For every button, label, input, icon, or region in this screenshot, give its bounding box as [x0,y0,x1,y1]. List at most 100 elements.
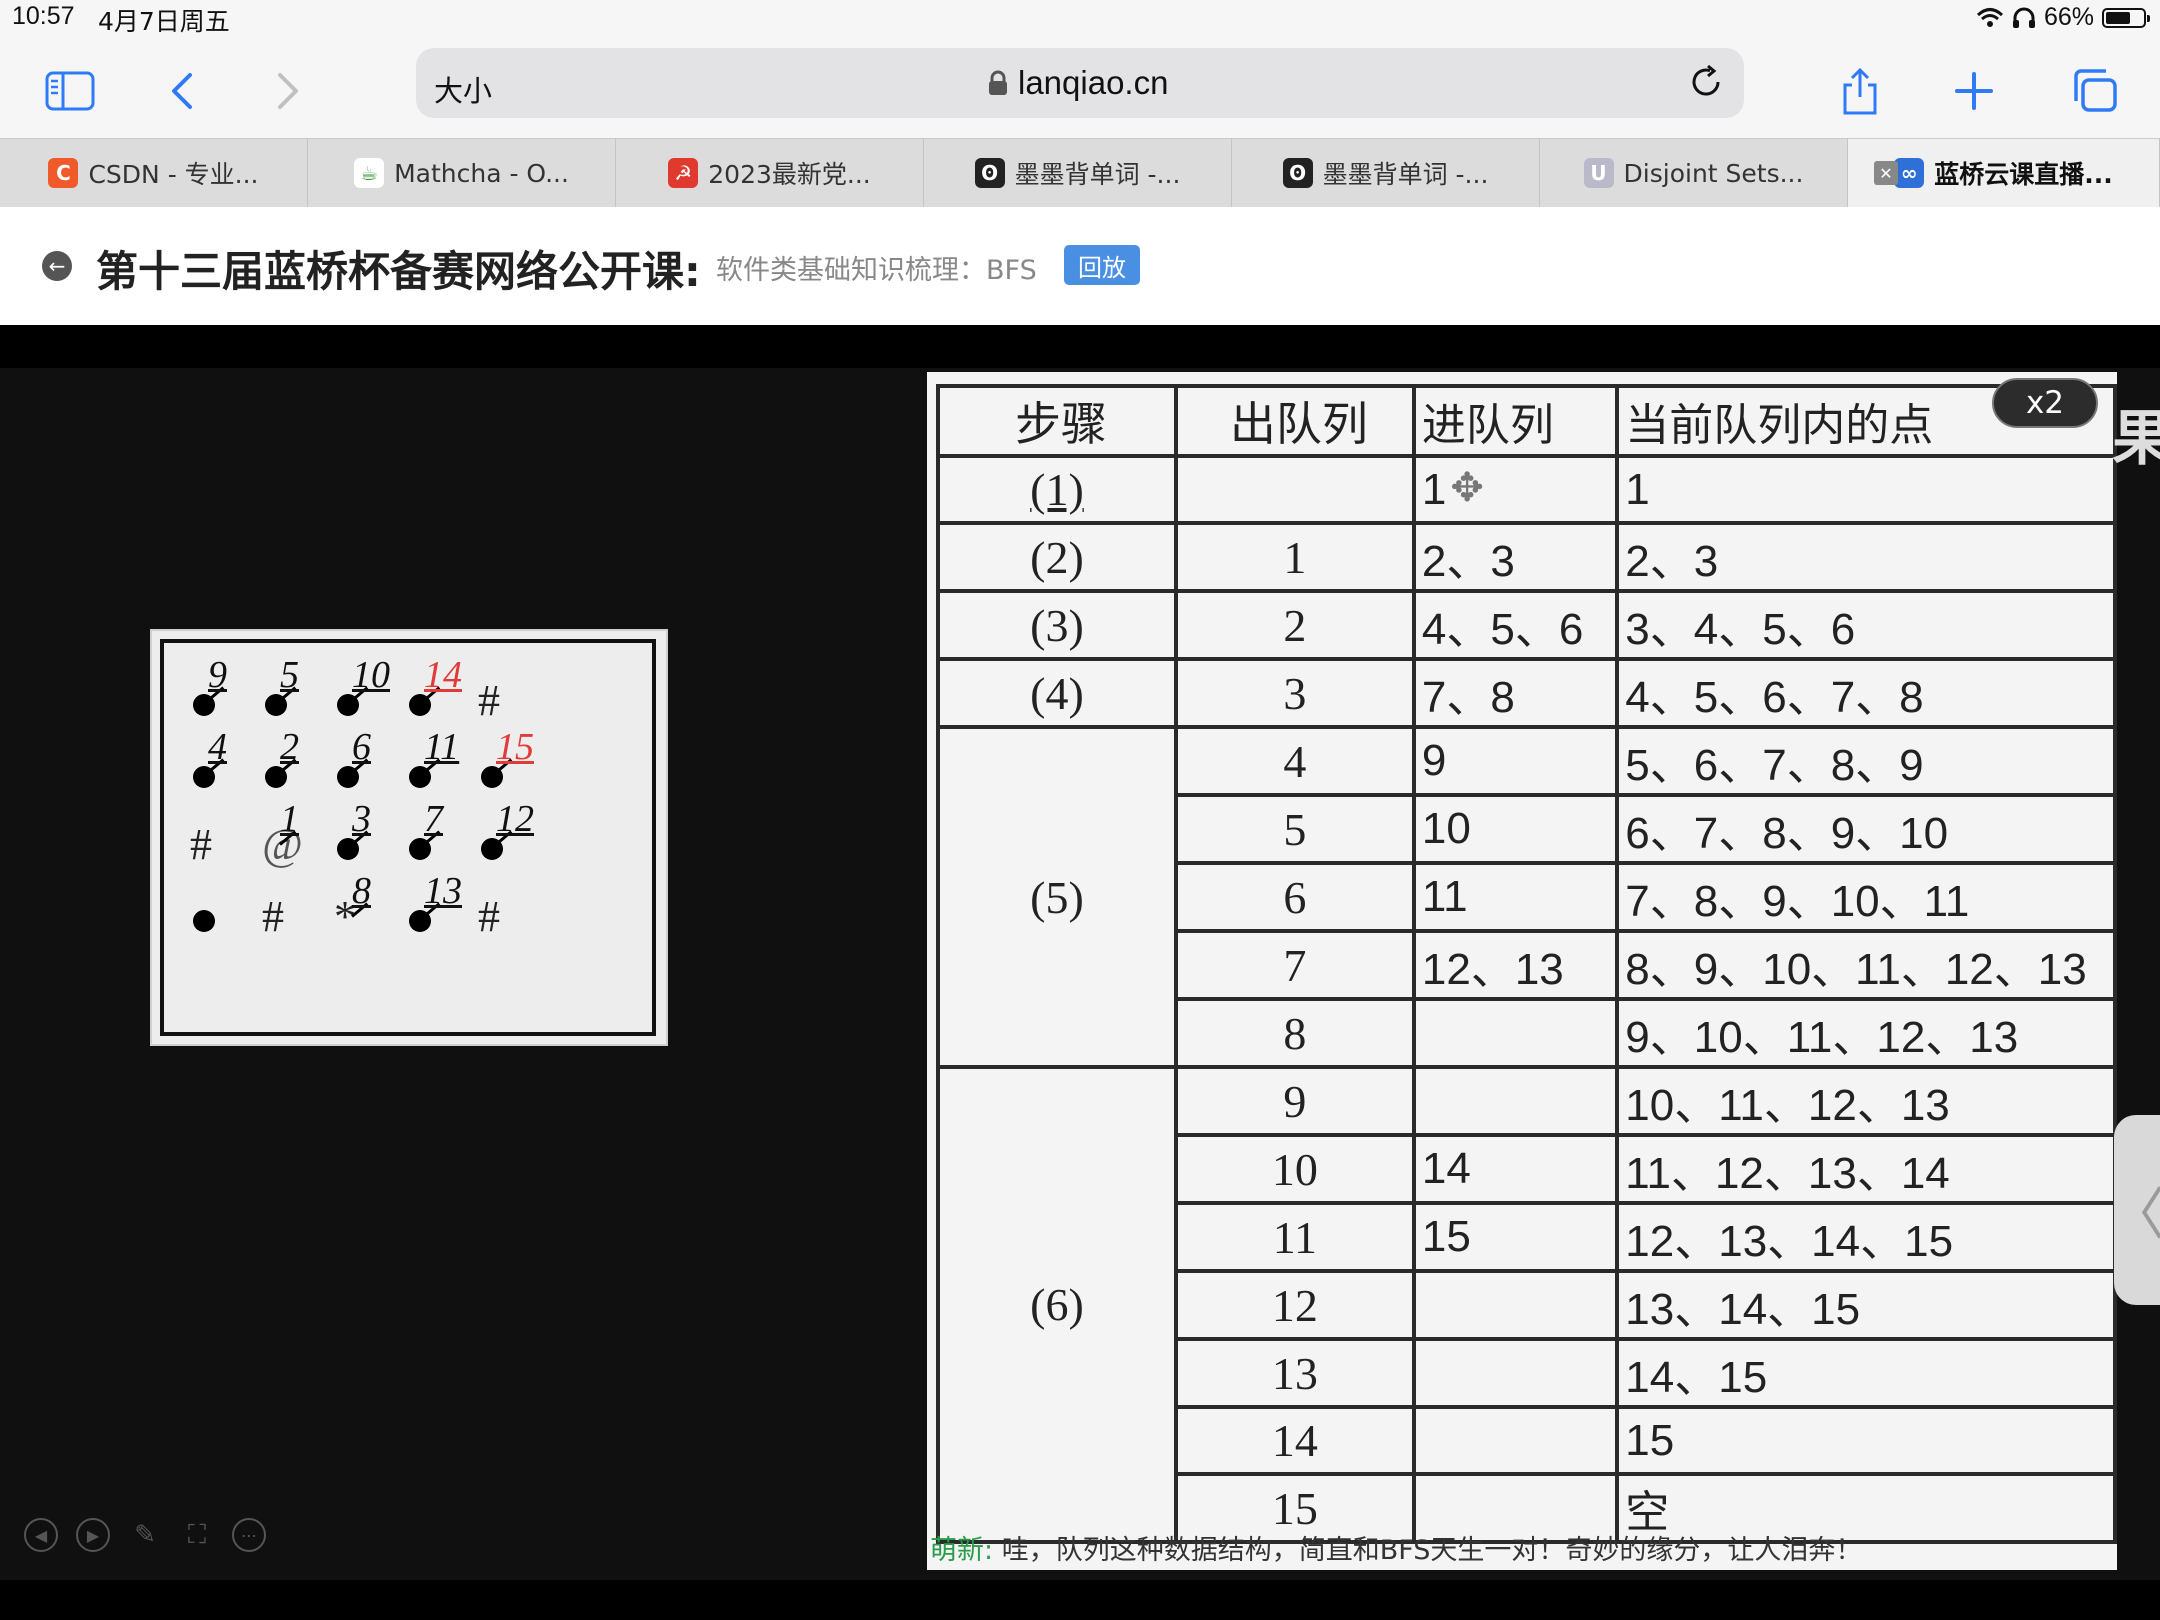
current-cell: 6、7、8、9、10 [1615,793,2117,865]
dequeue-cell: 4 [1173,725,1416,797]
pen-icon[interactable]: ✎ [128,1518,162,1552]
dequeue-cell: 3 [1173,657,1416,729]
grid-node-label: 8 [352,870,371,912]
enqueue-cell [1411,1405,1620,1476]
forward-button[interactable] [258,64,318,118]
dequeue-cell: 6 [1173,861,1416,933]
tab-6[interactable]: ✕ ∞ 蓝桥云课直播... [1848,139,2160,207]
enqueue-cell [1411,997,1620,1069]
reload-icon [1692,64,1720,96]
status-time: 10:57 [12,2,75,30]
table-row: (3) 2 4、5、6 3、4、5、6 [936,589,2117,661]
grid-node-label: 7 [424,798,443,840]
table-row: (4) 3 7、8 4、5、6、7、8 [936,657,2117,729]
prev-icon[interactable]: ◀ [24,1518,58,1552]
sidebar-toggle-button[interactable] [40,64,100,118]
current-cell: 7、8、9、10、11 [1615,861,2117,933]
party-icon: ☭ [668,158,699,188]
step-cell: (3) [936,589,1178,661]
dequeue-cell: 13 [1173,1337,1416,1409]
headphones-icon [2012,7,2035,28]
enqueue-cell: 10 [1411,793,1620,865]
tab-5[interactable]: U Disjoint Sets... [1540,139,1848,207]
share-button[interactable] [1830,64,1890,118]
grid-node-label: 3 [352,798,371,840]
dequeue-cell: 11 [1173,1201,1416,1273]
maze-grid: 951014#4261115#@13712#*813# [160,639,656,1036]
step-cell: (2) [936,521,1178,593]
grid-node-label: 5 [280,654,299,696]
tab-2[interactable]: ☭ 2023最新党... [616,139,924,207]
danmaku-text: 哇，队列这种数据结构，简直和BFS天生一对！奇妙的缘分，让人泪奔！ [993,1535,1863,1566]
dequeue-cell: 10 [1173,1133,1416,1205]
more-icon[interactable]: ⋯ [232,1518,266,1552]
sidebar-icon [45,71,95,111]
grid-node-label: 4 [208,726,227,768]
current-cell: 5、6、7、8、9 [1615,725,2117,797]
reload-button[interactable] [1688,64,1724,104]
close-tab-icon[interactable]: ✕ [1874,161,1898,185]
fullscreen-icon[interactable]: ⛶ [180,1518,214,1552]
playback-speed-button[interactable]: x2 [1992,378,2098,428]
tab-label: CSDN - 专业... [88,160,259,189]
back-button[interactable] [152,64,212,118]
grid-node-label: 10 [352,654,390,696]
arrow-left-icon: ← [48,254,66,278]
step-cell: (6) [936,1065,1178,1544]
tab-bar: C CSDN - 专业... ☕ Mathcha - O... ☭ 2023最新党... ʘ… [0,138,2160,208]
tab-overview-button[interactable] [2064,64,2124,118]
battery-icon [2102,7,2150,28]
current-cell: 11、12、13、14 [1615,1133,2117,1205]
step-cell: (5) [936,725,1178,1069]
tab-0[interactable]: C CSDN - 专业... [0,139,308,207]
new-tab-button[interactable] [1944,64,2004,118]
danmaku-author: 萌新: [930,1535,994,1566]
bfs-table-figure: 步骤 出队列 进队列 当前队列内的点 (1) 1 ✥ 1 (2) 1 2、3 2、3 (3) 2 4、5、… [927,372,2117,1570]
player-controls: ◀ ▶ ✎ ⛶ ⋯ [24,1518,266,1552]
battery-percent: 66% [2043,3,2094,31]
grid-wall-symbol: # [262,892,284,941]
dequeue-cell: 7 [1173,929,1416,1001]
tab-1[interactable]: ☕ Mathcha - O... [308,139,616,207]
current-cell: 3、4、5、6 [1615,589,2117,661]
course-subtitle: 软件类基础知识梳理：BFS [716,255,1037,286]
current-cell: 4、5、6、7、8 [1615,657,2117,729]
enqueue-cell: 1 ✥ [1411,454,1620,525]
bfs-steps-table: 步骤 出队列 进队列 当前队列内的点 (1) 1 ✥ 1 (2) 1 2、3 2、3 (3) 2 4、5、… [936,384,2117,1544]
tab-label: 2023最新党... [708,160,871,189]
current-cell: 9、10、11、12、13 [1615,997,2117,1069]
grid-node-label: 1 [280,798,299,840]
dequeue-cell: 12 [1173,1269,1416,1341]
status-indicators: 66% [1976,3,2150,32]
enqueue-cell [1411,1065,1620,1137]
chevron-left-icon [172,73,192,109]
tab-label: 墨墨背单词 -... [1014,160,1181,189]
tabs-icon [2074,69,2117,112]
grid-node-label: 14 [424,654,462,696]
grid-node-label: 6 [352,726,371,768]
side-panel-handle[interactable]: 〈 [2109,1115,2160,1305]
url-display[interactable]: lanqiao.cn [988,64,1168,102]
maimemo-icon: ʘ [974,158,1005,188]
chevron-right-icon [278,73,298,109]
current-cell: 2、3 [1615,521,2117,593]
text-size-button[interactable]: 大小 [434,68,492,110]
enqueue-cell: 2、3 [1411,521,1620,593]
grid-node-label: 9 [208,654,227,696]
step-cell: (1) [936,454,1178,525]
play-icon[interactable]: ▶ [76,1518,110,1552]
page-back-button[interactable]: ← [42,251,72,281]
dequeue-cell: 14 [1173,1405,1416,1476]
tab-3[interactable]: ʘ 墨墨背单词 -... [924,139,1232,207]
current-cell: 10、11、12、13 [1615,1065,2117,1137]
share-icon [1843,67,1877,115]
danmaku-comment: 萌新: 哇，队列这种数据结构，简直和BFS天生一对！奇妙的缘分，让人泪奔！ [930,1528,1862,1567]
tab-4[interactable]: ʘ 墨墨背单词 -... [1232,139,1540,207]
enqueue-cell: 14 [1411,1133,1620,1205]
grid-node-label: 2 [280,726,299,768]
current-cell: 1 [1615,454,2117,525]
enqueue-cell: 4、5、6 [1411,589,1620,661]
table-row: (5) 4 9 5、6、7、8、9 [936,725,2117,1069]
enqueue-cell [1411,1337,1620,1409]
table-row: (6) 9 10、11、12、13 [936,1065,2117,1544]
